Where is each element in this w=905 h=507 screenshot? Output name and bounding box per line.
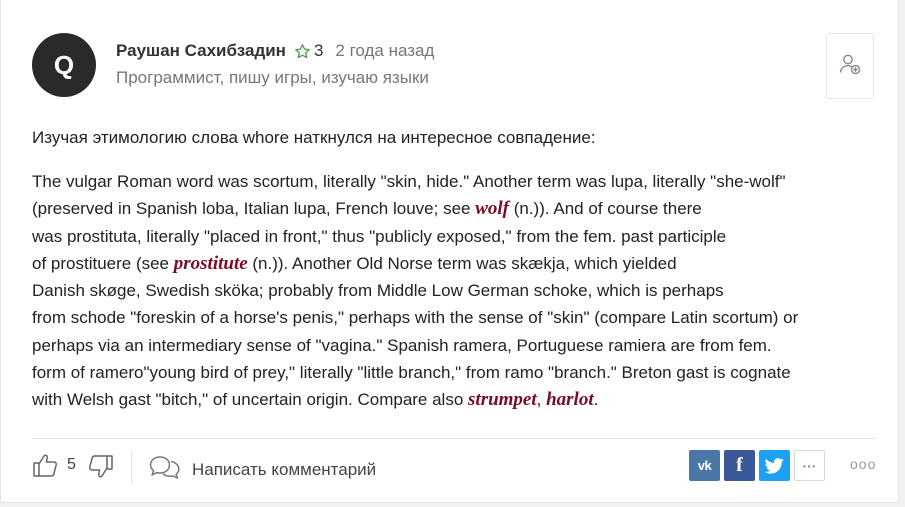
etymology-quote: The vulgar Roman word was scortum, liter…: [32, 168, 882, 414]
intro-text: Изучая этимологию слова whore наткнулся …: [32, 128, 596, 147]
share-twitter-button[interactable]: [759, 450, 790, 481]
quote-line: of prostituere (see prostitute (n.)). An…: [32, 250, 882, 277]
term-link-wolf[interactable]: wolf: [475, 198, 509, 219]
share-more-button[interactable]: ···: [794, 450, 825, 481]
star-outline-icon: [294, 43, 311, 60]
share-facebook-button[interactable]: f: [724, 450, 755, 481]
quote-line: The vulgar Roman word was scortum, liter…: [32, 172, 786, 191]
more-dots-icon: ···: [802, 457, 817, 474]
thumb-down-icon[interactable]: [88, 454, 114, 480]
write-comment-button[interactable]: Написать комментарий: [149, 454, 376, 485]
answer-card: Q Раушан Сахибзадин 3 2 года назад Прогр…: [0, 0, 899, 503]
twitter-bird-icon: [765, 457, 784, 474]
quote-text: with Welsh gast "bitch," of uncertain or…: [32, 390, 469, 410]
post-time[interactable]: 2 года назад: [335, 41, 434, 61]
quote-line: Danish skøge, Swedish sköka; probably fr…: [32, 281, 724, 301]
author-rating: 3: [313, 41, 324, 60]
answer-footer: 5 Написать комментарий vk f ··· ooo: [32, 448, 875, 486]
avatar[interactable]: Q: [32, 33, 96, 97]
share-buttons: vk f ···: [689, 450, 829, 481]
term-link-prostitute[interactable]: prostitute: [174, 253, 248, 274]
like-count: 5: [67, 456, 76, 473]
add-user-icon: [838, 52, 862, 81]
quote-line: with Welsh gast "bitch," of uncertain or…: [32, 386, 882, 413]
footer-divider: [32, 438, 875, 439]
follow-author-button[interactable]: [826, 33, 874, 99]
author-name[interactable]: Раушан Сахибзадин: [116, 41, 286, 61]
quote-line: (preserved in Spanish loba, Italian lupa…: [32, 195, 882, 222]
author-line: Раушан Сахибзадин 3 2 года назад: [116, 41, 434, 61]
comment-bubble-icon: [149, 454, 181, 485]
thumb-up-icon[interactable]: [32, 452, 58, 478]
quote-text: ,: [536, 390, 547, 410]
answer-body: Изучая этимологию слова whore наткнулся …: [32, 127, 882, 414]
quote-line: from schode "foreskin of a horse's penis…: [32, 308, 799, 328]
quote-text: .: [593, 390, 599, 410]
write-comment-label: Написать комментарий: [192, 459, 377, 479]
vertical-separator: [131, 450, 132, 484]
author-bio: Программист, пишу игры, изучаю языки: [116, 68, 429, 87]
quote-line: was prostituta, literally "placed in fro…: [32, 226, 727, 246]
share-vk-button[interactable]: vk: [689, 450, 720, 481]
term-link-strumpet[interactable]: strumpet: [468, 389, 537, 410]
quote-text: (n.)). And of course there: [509, 199, 702, 219]
term-link-harlot[interactable]: harlot: [546, 389, 594, 410]
quote-text: (n.)). Another Old Norse term was skækja…: [247, 253, 677, 273]
quote-text: of prostituere (see: [32, 253, 174, 273]
quote-line: perhaps via an intermediary sense of "va…: [32, 335, 772, 355]
more-actions-button[interactable]: ooo: [850, 456, 876, 472]
quote-line: form of ramero"young bird of prey," lite…: [32, 363, 791, 383]
quote-text: (preserved in Spanish loba, Italian lupa…: [32, 199, 476, 219]
